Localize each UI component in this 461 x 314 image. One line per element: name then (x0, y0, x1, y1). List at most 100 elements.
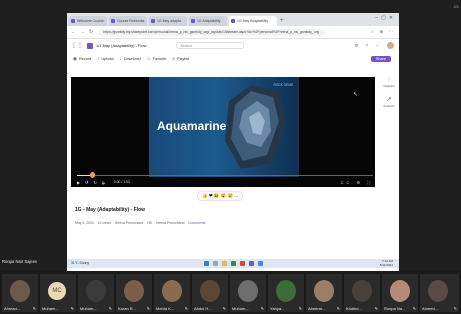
mic-muted-icon: ✎ (260, 306, 264, 311)
video-player[interactable]: Aquamarine ROCK GEMS ↖ ▶ ↺ ↻ 🔈 0:00 / 1:… (71, 77, 375, 187)
browser-tabstrip: Welcome Course Course Fireworks 1G May a… (67, 13, 399, 26)
participant-tile[interactable]: Ahmed... ✎ (420, 274, 459, 312)
participant-video (276, 280, 296, 302)
progress-bar[interactable] (77, 172, 373, 178)
reactions-bar[interactable]: 👍 ❤ 😆 😮 😢 ... (197, 191, 244, 201)
analytics-button[interactable]: ↗ Analytics (383, 96, 394, 108)
forward-icon[interactable]: ↻ (93, 180, 96, 185)
participant-video (390, 280, 410, 302)
participant-gallery: Ahmad... ✎ MC Muham... ✎ Muham... ✎ Karan R.… (0, 271, 461, 314)
slide-title: Aquamarine (157, 119, 227, 133)
participant-tile[interactable]: Khaled... ✎ (344, 274, 380, 312)
mic-muted-icon: ✎ (453, 306, 457, 311)
participant-video (162, 280, 182, 302)
video-owner-2[interactable]: Reena Premchand (156, 221, 184, 225)
participant-video (124, 280, 144, 302)
mic-muted-icon: ✎ (222, 306, 226, 311)
side-panel: ◌ Chapters ↗ Analytics (379, 77, 399, 137)
favorite-button[interactable]: ☆ Favorite (147, 56, 167, 62)
teams-icon[interactable] (248, 261, 254, 266)
download-icon: ↓ (119, 56, 122, 61)
folder-link[interactable]: Documents (188, 221, 205, 225)
browser-tab[interactable]: Course Fireworks (109, 16, 147, 26)
video-metadata: May 4, 2024 12 views Reena Premchand HD … (75, 221, 210, 225)
browser-extension-icons[interactable]: ☆ ⊕ ⋯ (370, 29, 395, 35)
tab-favicon-icon (111, 19, 115, 23)
share-button[interactable]: Share (370, 55, 391, 62)
search-input[interactable]: Search (176, 42, 245, 49)
back-icon[interactable]: ← (71, 29, 76, 35)
slide-logo: ROCK GEMS (273, 83, 293, 87)
participant-tile[interactable]: Abeerar... ✎ (306, 274, 342, 312)
participant-video (428, 280, 448, 302)
chapters-icon: ◌ (387, 77, 391, 83)
taskbar-weather[interactable]: 31°C Sunny (71, 261, 89, 265)
participant-tile[interactable]: Karan R... ✎ (116, 274, 152, 312)
upload-button[interactable]: ↑ Upload (97, 56, 113, 61)
download-button[interactable]: ↓ Download (119, 56, 140, 61)
aquamarine-crystal-image (225, 85, 287, 169)
browser-tab[interactable]: 1G Adaptability (189, 16, 227, 26)
avatar: MC (48, 282, 66, 300)
record-icon: ◉ (73, 55, 77, 61)
start-icon[interactable] (203, 261, 209, 266)
mic-muted-icon: ✎ (298, 306, 302, 311)
participant-video (200, 280, 220, 302)
mic-muted-icon: ✎ (146, 306, 150, 311)
office-icon[interactable] (239, 261, 245, 266)
app-title: 1G May (Adaptability) - Flow (96, 43, 147, 48)
header-icons[interactable]: ⚙ ? ◔ (354, 43, 381, 49)
player-right-controls[interactable]: CC ⚙ ⛶ (341, 180, 373, 185)
shared-screen: Welcome Course Course Fireworks 1G May a… (67, 13, 399, 276)
participant-video (314, 280, 334, 302)
record-button[interactable]: ◉ Record (73, 56, 91, 62)
participant-tile[interactable]: Muham... ✎ (230, 274, 266, 312)
new-tab-button[interactable]: + (280, 16, 284, 26)
participant-tile[interactable]: MC Muham... ✎ (40, 274, 76, 312)
mic-muted-icon: ✎ (412, 306, 416, 311)
browser-tab-active[interactable]: 1G May Adaptability (229, 16, 277, 26)
address-bar[interactable]: https://gsmbdy.my.sharepoint.com/persona… (99, 28, 326, 36)
progress-thumb[interactable] (89, 172, 95, 178)
participant-tile[interactable]: Mehta K... ✎ (154, 274, 190, 312)
participant-tile[interactable]: Yahya... ✎ (268, 274, 304, 312)
chrome-icon[interactable] (257, 261, 263, 266)
reload-icon[interactable]: ↻ (89, 29, 93, 35)
stream-logo-icon (87, 42, 93, 49)
edge-icon[interactable] (230, 261, 236, 266)
participant-tile[interactable]: Roopa Na... ✎ (382, 274, 418, 312)
mic-muted-icon: ✎ (32, 306, 36, 311)
chapters-button[interactable]: ◌ Chapters (383, 77, 394, 88)
volume-icon[interactable]: 🔈 (102, 180, 107, 185)
taskbar-clock[interactable]: 7:14 AM 5/11/2024 (380, 259, 393, 267)
browser-tab[interactable]: 1G May adapta (149, 16, 187, 26)
participant-video (10, 280, 30, 302)
video-date: May 4, 2024 (75, 221, 94, 225)
mic-muted-icon: ✎ (184, 306, 188, 311)
video-frame: Aquamarine ROCK GEMS (149, 77, 299, 177)
video-owner[interactable]: Reena Premchand (115, 221, 143, 225)
app-launcher-icon[interactable]: ⋮⋮ (71, 42, 83, 49)
participant-tile[interactable]: Abdul H... ✎ (192, 274, 228, 312)
playlist-icon: ≡ (172, 56, 176, 61)
toolbar: ◉ Record ↑ Upload ↓ Download ☆ Favorite ≡ Pla… (67, 53, 399, 64)
browser-tab[interactable]: Welcome Course (69, 16, 107, 26)
tab-favicon-icon (151, 19, 155, 23)
play-icon[interactable]: ▶ (77, 180, 80, 185)
forward-icon[interactable]: → (80, 29, 85, 35)
playlist-button[interactable]: ≡ Playlist (172, 56, 189, 61)
participant-video (86, 280, 106, 302)
avatar[interactable] (387, 42, 394, 49)
mic-muted-icon: ✎ (70, 306, 74, 311)
player-controls: ▶ ↺ ↻ 🔈 0:00 / 1:53 CC ⚙ ⛶ (77, 179, 373, 185)
rewind-icon[interactable]: ↺ (85, 180, 88, 185)
participant-tile[interactable]: Ahmad... ✎ (2, 274, 38, 312)
window-controls[interactable]: –▢✕ (375, 15, 396, 21)
participant-video (352, 280, 372, 302)
address-bar-row: ← → ↻ https://gsmbdy.my.sharepoint.com/p… (67, 26, 399, 39)
page-count-indicator: 2/1 (453, 4, 459, 9)
file-explorer-icon[interactable] (221, 261, 227, 266)
search-icon[interactable] (212, 261, 218, 266)
participant-tile[interactable]: Muham... ✎ (78, 274, 114, 312)
mic-muted-icon: ✎ (374, 306, 378, 311)
